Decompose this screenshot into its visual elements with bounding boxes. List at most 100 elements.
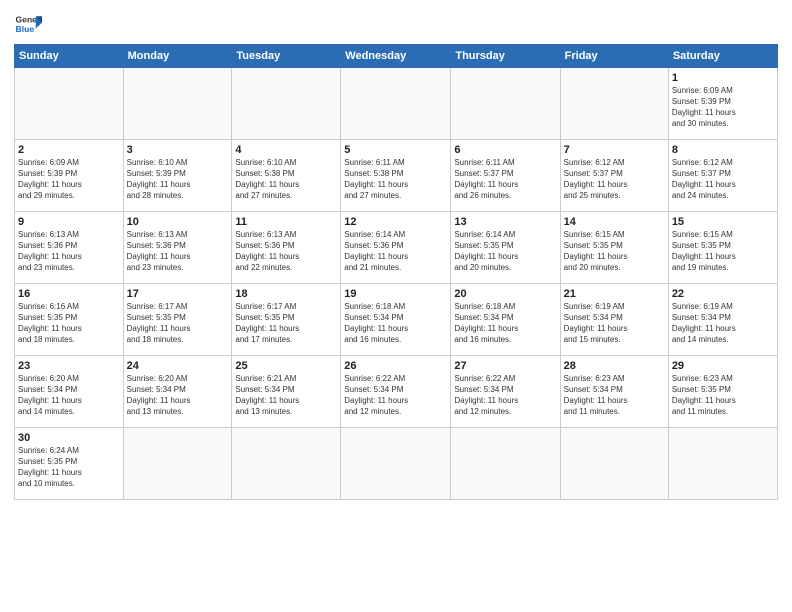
day-info: Sunrise: 6:13 AM Sunset: 5:36 PM Dayligh…	[127, 230, 229, 273]
calendar-cell: 2Sunrise: 6:09 AM Sunset: 5:39 PM Daylig…	[15, 140, 124, 212]
calendar-cell: 23Sunrise: 6:20 AM Sunset: 5:34 PM Dayli…	[15, 356, 124, 428]
day-number: 25	[235, 359, 337, 373]
day-info: Sunrise: 6:20 AM Sunset: 5:34 PM Dayligh…	[127, 374, 229, 417]
calendar-table: Sunday Monday Tuesday Wednesday Thursday…	[14, 44, 778, 500]
calendar-cell	[341, 428, 451, 500]
calendar-cell	[560, 68, 668, 140]
day-info: Sunrise: 6:11 AM Sunset: 5:37 PM Dayligh…	[454, 158, 556, 201]
logo-icon: General Blue	[14, 10, 42, 38]
calendar-cell: 13Sunrise: 6:14 AM Sunset: 5:35 PM Dayli…	[451, 212, 560, 284]
calendar-cell: 16Sunrise: 6:16 AM Sunset: 5:35 PM Dayli…	[15, 284, 124, 356]
calendar-cell: 24Sunrise: 6:20 AM Sunset: 5:34 PM Dayli…	[123, 356, 232, 428]
calendar-cell	[451, 68, 560, 140]
day-info: Sunrise: 6:23 AM Sunset: 5:35 PM Dayligh…	[672, 374, 774, 417]
day-info: Sunrise: 6:10 AM Sunset: 5:39 PM Dayligh…	[127, 158, 229, 201]
day-info: Sunrise: 6:17 AM Sunset: 5:35 PM Dayligh…	[127, 302, 229, 345]
day-number: 20	[454, 287, 556, 301]
day-number: 11	[235, 215, 337, 229]
day-number: 22	[672, 287, 774, 301]
calendar-cell: 11Sunrise: 6:13 AM Sunset: 5:36 PM Dayli…	[232, 212, 341, 284]
day-info: Sunrise: 6:18 AM Sunset: 5:34 PM Dayligh…	[344, 302, 447, 345]
day-number: 12	[344, 215, 447, 229]
day-number: 27	[454, 359, 556, 373]
header-tuesday: Tuesday	[232, 45, 341, 68]
calendar-cell: 3Sunrise: 6:10 AM Sunset: 5:39 PM Daylig…	[123, 140, 232, 212]
calendar-cell: 14Sunrise: 6:15 AM Sunset: 5:35 PM Dayli…	[560, 212, 668, 284]
day-info: Sunrise: 6:09 AM Sunset: 5:39 PM Dayligh…	[672, 86, 774, 129]
calendar-cell: 15Sunrise: 6:15 AM Sunset: 5:35 PM Dayli…	[668, 212, 777, 284]
day-info: Sunrise: 6:15 AM Sunset: 5:35 PM Dayligh…	[564, 230, 665, 273]
day-number: 19	[344, 287, 447, 301]
calendar-cell: 12Sunrise: 6:14 AM Sunset: 5:36 PM Dayli…	[341, 212, 451, 284]
day-info: Sunrise: 6:18 AM Sunset: 5:34 PM Dayligh…	[454, 302, 556, 345]
header-saturday: Saturday	[668, 45, 777, 68]
day-number: 23	[18, 359, 120, 373]
day-number: 7	[564, 143, 665, 157]
calendar-cell: 27Sunrise: 6:22 AM Sunset: 5:34 PM Dayli…	[451, 356, 560, 428]
calendar-cell: 20Sunrise: 6:18 AM Sunset: 5:34 PM Dayli…	[451, 284, 560, 356]
day-number: 26	[344, 359, 447, 373]
svg-text:Blue: Blue	[16, 24, 35, 34]
day-info: Sunrise: 6:13 AM Sunset: 5:36 PM Dayligh…	[235, 230, 337, 273]
day-info: Sunrise: 6:14 AM Sunset: 5:35 PM Dayligh…	[454, 230, 556, 273]
calendar-cell	[123, 68, 232, 140]
calendar-cell: 29Sunrise: 6:23 AM Sunset: 5:35 PM Dayli…	[668, 356, 777, 428]
day-number: 4	[235, 143, 337, 157]
day-info: Sunrise: 6:09 AM Sunset: 5:39 PM Dayligh…	[18, 158, 120, 201]
page: General Blue Sunday Monday Tuesday Wedne…	[0, 0, 792, 612]
day-number: 3	[127, 143, 229, 157]
calendar-cell	[232, 68, 341, 140]
day-number: 15	[672, 215, 774, 229]
calendar-cell: 4Sunrise: 6:10 AM Sunset: 5:38 PM Daylig…	[232, 140, 341, 212]
calendar-cell: 25Sunrise: 6:21 AM Sunset: 5:34 PM Dayli…	[232, 356, 341, 428]
day-info: Sunrise: 6:10 AM Sunset: 5:38 PM Dayligh…	[235, 158, 337, 201]
day-info: Sunrise: 6:15 AM Sunset: 5:35 PM Dayligh…	[672, 230, 774, 273]
calendar-cell: 9Sunrise: 6:13 AM Sunset: 5:36 PM Daylig…	[15, 212, 124, 284]
day-number: 2	[18, 143, 120, 157]
calendar-cell: 18Sunrise: 6:17 AM Sunset: 5:35 PM Dayli…	[232, 284, 341, 356]
day-info: Sunrise: 6:23 AM Sunset: 5:34 PM Dayligh…	[564, 374, 665, 417]
header: General Blue	[14, 10, 778, 38]
day-info: Sunrise: 6:19 AM Sunset: 5:34 PM Dayligh…	[672, 302, 774, 345]
calendar-cell: 8Sunrise: 6:12 AM Sunset: 5:37 PM Daylig…	[668, 140, 777, 212]
day-info: Sunrise: 6:22 AM Sunset: 5:34 PM Dayligh…	[344, 374, 447, 417]
day-info: Sunrise: 6:17 AM Sunset: 5:35 PM Dayligh…	[235, 302, 337, 345]
calendar-cell: 17Sunrise: 6:17 AM Sunset: 5:35 PM Dayli…	[123, 284, 232, 356]
header-sunday: Sunday	[15, 45, 124, 68]
day-number: 18	[235, 287, 337, 301]
day-info: Sunrise: 6:22 AM Sunset: 5:34 PM Dayligh…	[454, 374, 556, 417]
calendar-cell: 1Sunrise: 6:09 AM Sunset: 5:39 PM Daylig…	[668, 68, 777, 140]
day-number: 1	[672, 71, 774, 85]
weekday-header-row: Sunday Monday Tuesday Wednesday Thursday…	[15, 45, 778, 68]
calendar-cell: 30Sunrise: 6:24 AM Sunset: 5:35 PM Dayli…	[15, 428, 124, 500]
calendar-cell	[341, 68, 451, 140]
header-monday: Monday	[123, 45, 232, 68]
day-info: Sunrise: 6:16 AM Sunset: 5:35 PM Dayligh…	[18, 302, 120, 345]
day-number: 30	[18, 431, 120, 445]
day-info: Sunrise: 6:24 AM Sunset: 5:35 PM Dayligh…	[18, 446, 120, 489]
day-number: 17	[127, 287, 229, 301]
calendar-cell	[668, 428, 777, 500]
day-number: 5	[344, 143, 447, 157]
calendar-cell	[451, 428, 560, 500]
header-thursday: Thursday	[451, 45, 560, 68]
calendar-cell: 7Sunrise: 6:12 AM Sunset: 5:37 PM Daylig…	[560, 140, 668, 212]
day-number: 16	[18, 287, 120, 301]
day-info: Sunrise: 6:20 AM Sunset: 5:34 PM Dayligh…	[18, 374, 120, 417]
calendar-cell: 22Sunrise: 6:19 AM Sunset: 5:34 PM Dayli…	[668, 284, 777, 356]
logo: General Blue	[14, 10, 42, 38]
calendar-cell: 28Sunrise: 6:23 AM Sunset: 5:34 PM Dayli…	[560, 356, 668, 428]
header-friday: Friday	[560, 45, 668, 68]
day-info: Sunrise: 6:19 AM Sunset: 5:34 PM Dayligh…	[564, 302, 665, 345]
day-number: 21	[564, 287, 665, 301]
day-info: Sunrise: 6:12 AM Sunset: 5:37 PM Dayligh…	[564, 158, 665, 201]
day-number: 13	[454, 215, 556, 229]
day-info: Sunrise: 6:14 AM Sunset: 5:36 PM Dayligh…	[344, 230, 447, 273]
calendar-cell	[232, 428, 341, 500]
calendar-cell: 26Sunrise: 6:22 AM Sunset: 5:34 PM Dayli…	[341, 356, 451, 428]
day-number: 14	[564, 215, 665, 229]
day-info: Sunrise: 6:11 AM Sunset: 5:38 PM Dayligh…	[344, 158, 447, 201]
day-number: 28	[564, 359, 665, 373]
day-number: 8	[672, 143, 774, 157]
calendar-cell	[15, 68, 124, 140]
